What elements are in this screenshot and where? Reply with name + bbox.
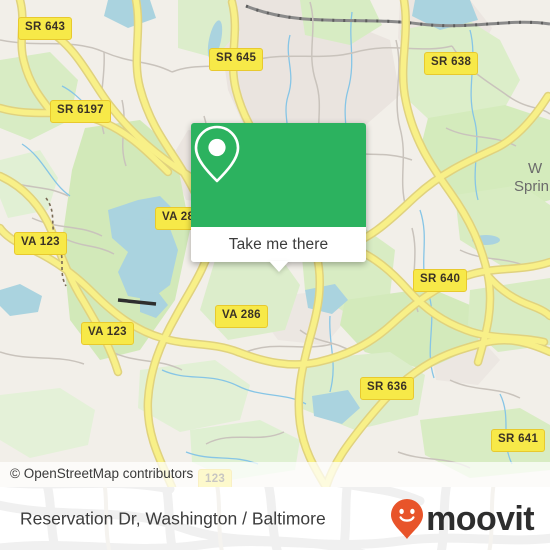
road-shield[interactable]: 123: [198, 469, 233, 487]
road-shield[interactable]: SR 6197: [50, 100, 111, 123]
place-label-west-springfield: W Sprin: [514, 160, 549, 196]
road-shield[interactable]: VA 286: [215, 305, 268, 328]
place-label-line1: W: [528, 160, 543, 177]
place-label-line2: Sprin: [514, 178, 550, 195]
road-shield[interactable]: SR 641: [491, 429, 546, 452]
location-title: Reservation Dr, Washington / Baltimore: [20, 508, 326, 528]
road-shield[interactable]: VA 123: [14, 232, 67, 255]
road-shield[interactable]: SR 645: [209, 48, 264, 71]
map-canvas[interactable]: SR 643 SR 645 SR 638 SR 6197 VA 28 VA 12…: [0, 0, 550, 487]
take-me-there-label: Take me there: [228, 235, 329, 253]
popup-footer[interactable]: Take me there: [191, 227, 366, 272]
road-shield[interactable]: SR 643: [18, 17, 73, 40]
moovit-wordmark: moovit: [426, 499, 534, 538]
footer-bar: Reservation Dr, Washington / Baltimore m…: [0, 487, 550, 550]
popup-header: [191, 123, 366, 227]
moovit-smiley-pin-icon: [391, 498, 424, 539]
moovit-brand[interactable]: moovit: [390, 498, 535, 540]
map-screenshot-root: SR 643 SR 645 SR 638 SR 6197 VA 28 VA 12…: [0, 0, 550, 550]
road-shield[interactable]: SR 638: [424, 52, 479, 75]
location-popup-card[interactable]: Take me there: [191, 123, 366, 272]
road-shield[interactable]: VA 123: [81, 322, 134, 345]
map-pin-icon: [194, 125, 240, 183]
popup-tail-pointer: [268, 261, 289, 272]
road-shield[interactable]: SR 636: [360, 377, 415, 400]
road-shield[interactable]: SR 640: [413, 269, 468, 292]
